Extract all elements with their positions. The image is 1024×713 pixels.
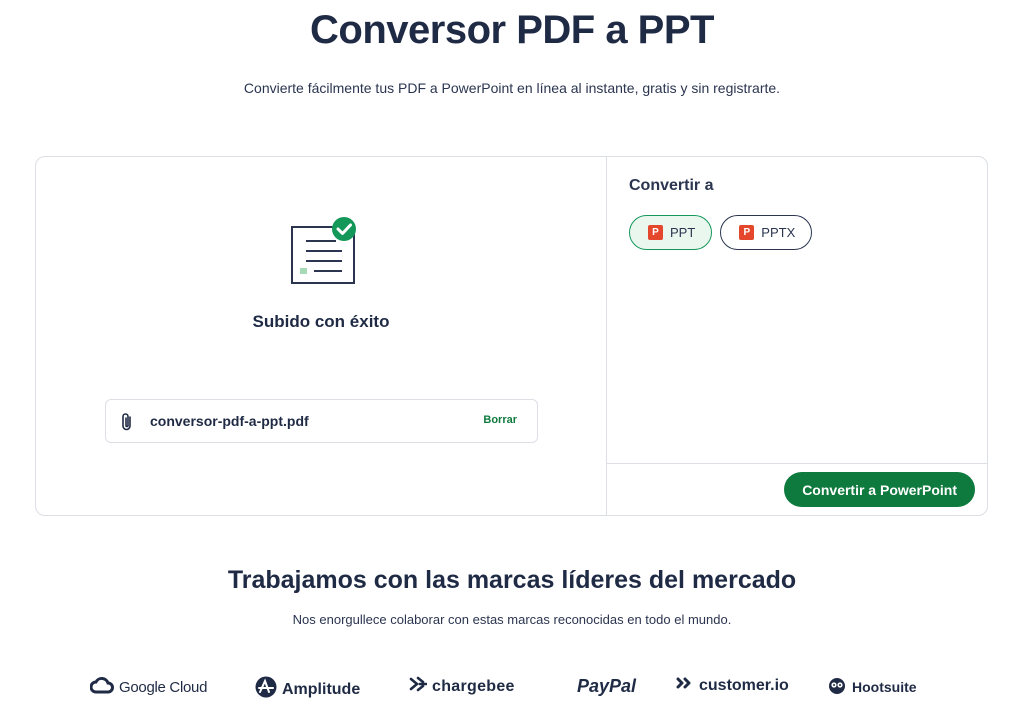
owl-icon	[827, 676, 847, 697]
convert-pane: Convertir a P PPT P PPTX Convertir a Pow…	[606, 157, 987, 515]
amplitude-icon	[255, 676, 277, 703]
logo-text: Hootsuite	[852, 678, 917, 695]
paperclip-icon	[120, 412, 134, 437]
logo-text: Google Cloud	[119, 678, 208, 696]
logo-text: Amplitude	[282, 680, 361, 698]
powerpoint-icon: P	[648, 225, 663, 240]
customerio-icon	[676, 676, 694, 695]
upload-pane: Subido con éxito conversor-pdf-a-ppt.pdf…	[36, 157, 606, 515]
page-subtitle: Convierte fácilmente tus PDF a PowerPoin…	[243, 80, 781, 96]
format-option-ppt[interactable]: P PPT	[629, 215, 713, 250]
format-option-pptx[interactable]: P PPTX	[720, 215, 813, 250]
logo-text: customer.io	[699, 676, 789, 694]
uploaded-document-icon	[286, 215, 362, 287]
convert-footer: Convertir a PowerPoint	[607, 463, 987, 515]
file-name: conversor-pdf-a-ppt.pdf	[150, 413, 309, 429]
uploaded-file-row: conversor-pdf-a-ppt.pdf Borrar	[105, 399, 538, 443]
logo-customer-io: customer.io	[676, 676, 789, 695]
format-label: PPTX	[761, 225, 796, 240]
logo-text: PayPal	[577, 676, 637, 696]
logo-hootsuite: Hootsuite	[827, 676, 917, 697]
delete-file-button[interactable]: Borrar	[483, 414, 517, 426]
logo-amplitude: Amplitude	[255, 676, 360, 703]
logo-paypal: PayPal	[577, 676, 636, 697]
logo-text: chargebee	[432, 677, 515, 695]
brand-logos: Google Cloud Amplitude chargebee PayPal …	[0, 676, 1024, 704]
brands-title: Trabajamos con las marcas líderes del me…	[227, 566, 797, 594]
logo-chargebee: chargebee	[409, 676, 515, 697]
powerpoint-icon: P	[739, 225, 755, 240]
convert-to-heading: Convertir a	[629, 177, 714, 194]
converter-card: Subido con éxito conversor-pdf-a-ppt.pdf…	[35, 156, 988, 516]
convert-button[interactable]: Convertir a PowerPoint	[784, 472, 975, 507]
page-title: Conversor PDF a PPT	[310, 8, 714, 52]
upload-status: Subido con éxito	[252, 312, 390, 331]
logo-google-cloud: Google Cloud	[89, 676, 208, 698]
format-label: PPT	[670, 225, 696, 240]
chargebee-icon	[409, 676, 428, 697]
cloud-icon	[89, 676, 114, 698]
brands-subtitle: Nos enorgullece colaborar con estas marc…	[292, 612, 732, 627]
format-options: P PPT P PPTX	[629, 215, 813, 250]
